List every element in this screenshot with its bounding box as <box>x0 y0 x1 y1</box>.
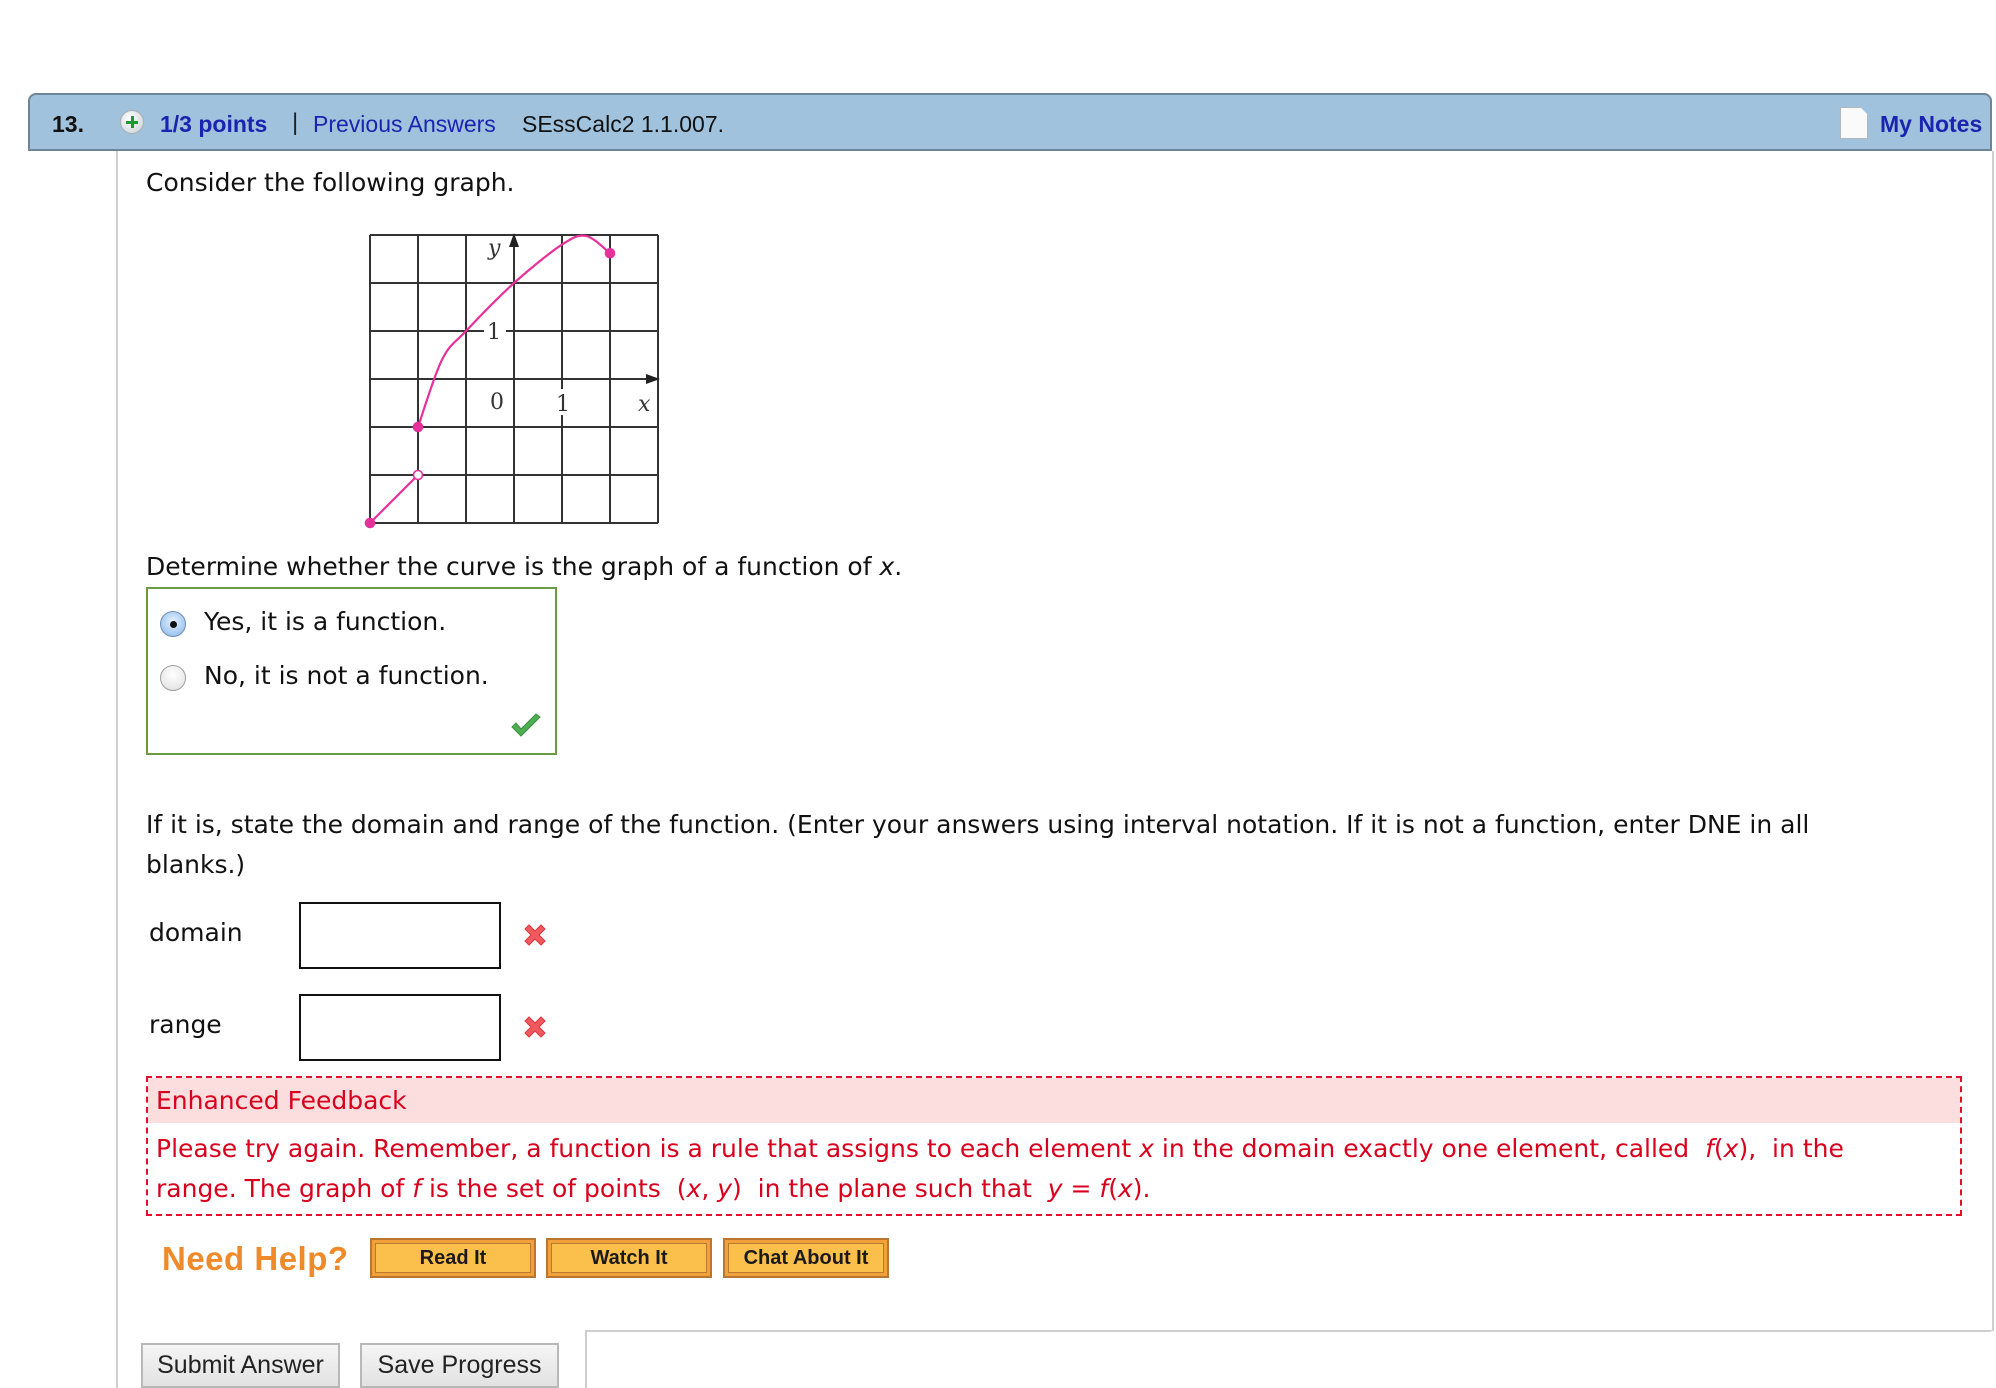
open-endpoint <box>412 469 424 481</box>
y-axis-label: y <box>487 236 501 261</box>
fb-var: f <box>412 1174 422 1203</box>
y-tick-label: 1 <box>487 320 501 345</box>
fb-text: ). <box>1132 1174 1151 1203</box>
fb-text: ( <box>1108 1174 1118 1203</box>
read-it-button[interactable]: Read It <box>370 1238 536 1278</box>
watch-it-button[interactable]: Watch It <box>546 1238 712 1278</box>
notes-page-icon[interactable] <box>1840 107 1868 139</box>
prompt-variable: x <box>879 552 895 581</box>
correct-check-icon <box>511 713 541 737</box>
submit-answer-button[interactable]: Submit Answer <box>141 1343 340 1388</box>
radio-no[interactable] <box>160 665 186 691</box>
closed-endpoint <box>364 517 376 529</box>
fb-text: in the domain exactly one element, calle… <box>1153 1134 1698 1163</box>
closed-endpoint <box>412 421 424 433</box>
domain-input[interactable] <box>299 902 501 969</box>
chat-about-it-button[interactable]: Chat About It <box>723 1238 889 1278</box>
chat-about-it-label: Chat About It <box>728 1243 884 1273</box>
closed-endpoint <box>604 247 616 259</box>
fb-text: ), <box>1738 1134 1757 1163</box>
function-graph: y x 1 1 0 <box>364 233 660 529</box>
watch-it-label: Watch It <box>551 1243 707 1273</box>
feedback-line-1: Please try again. Remember, a function i… <box>156 1134 1844 1163</box>
fb-text: ( <box>1713 1134 1724 1163</box>
radio-yes[interactable] <box>160 611 186 637</box>
fb-text: ) <box>732 1174 742 1203</box>
points-link[interactable]: 1/3 points <box>160 111 267 138</box>
fb-text: is the set of points <box>421 1174 669 1203</box>
need-help-label: Need Help? <box>162 1240 349 1277</box>
instructions-line-1: If it is, state the domain and range of … <box>146 810 1810 839</box>
fb-text: ( <box>676 1174 687 1203</box>
fb-var: x <box>1139 1134 1154 1163</box>
x-tick-label: 1 <box>556 392 570 417</box>
fb-text: = <box>1062 1174 1100 1203</box>
feedback-header: Enhanced Feedback <box>148 1078 1960 1123</box>
function-choice-group: Yes, it is a function. No, it is not a f… <box>146 587 557 755</box>
fb-var: x <box>1118 1174 1133 1203</box>
content-bottom-border <box>585 1330 1992 1332</box>
graph-curves <box>364 234 616 529</box>
question-header: 13. 1/3 points | Previous Answers SEssCa… <box>28 93 1992 151</box>
previous-answers-link[interactable]: Previous Answers <box>313 111 496 138</box>
separator: | <box>292 109 299 136</box>
fb-var: y <box>1047 1174 1063 1203</box>
fb-text: range. The graph of <box>156 1174 413 1203</box>
content-right-border <box>1992 151 1994 1331</box>
fb-var: f <box>1705 1134 1714 1163</box>
fb-var: f <box>1099 1174 1109 1203</box>
fb-text: in the <box>1764 1134 1844 1163</box>
content-left-border <box>116 151 118 1388</box>
domain-label: domain <box>149 918 243 947</box>
prompt-text: Determine whether the curve is the graph… <box>146 552 880 581</box>
expand-plus-icon[interactable] <box>120 110 144 134</box>
question-intro: Consider the following graph. <box>146 168 515 197</box>
option-no-label[interactable]: No, it is not a function. <box>204 661 489 690</box>
origin-label: 0 <box>490 390 504 415</box>
fb-text: , <box>701 1174 718 1203</box>
feedback-title: Enhanced Feedback <box>156 1086 407 1115</box>
instructions-line-2: blanks.) <box>146 850 246 879</box>
fb-text: Please try again. Remember, a function i… <box>156 1134 1140 1163</box>
curve-segment-lower <box>369 474 419 524</box>
prompt-end: . <box>894 552 903 581</box>
range-input[interactable] <box>299 994 501 1061</box>
save-progress-button[interactable]: Save Progress <box>360 1343 559 1388</box>
feedback-line-2: range. The graph of f is the set of poin… <box>156 1174 1151 1203</box>
fb-var: x <box>686 1174 702 1203</box>
question-number: 13. <box>52 111 84 137</box>
range-label: range <box>149 1010 222 1039</box>
option-yes-label[interactable]: Yes, it is a function. <box>204 607 446 636</box>
fb-var: x <box>1723 1134 1739 1163</box>
problem-reference: SEssCalc2 1.1.007. <box>522 111 725 137</box>
fb-var: y <box>717 1174 733 1203</box>
incorrect-x-icon <box>524 924 546 946</box>
graph-axes <box>484 233 660 415</box>
read-it-label: Read It <box>375 1243 531 1273</box>
fb-text: in the plane such that <box>749 1174 1040 1203</box>
x-axis-label: x <box>638 392 651 417</box>
enhanced-feedback-box: Enhanced Feedback Please try again. Reme… <box>146 1076 1962 1216</box>
incorrect-x-icon <box>524 1016 546 1038</box>
my-notes-link[interactable]: My Notes <box>1880 111 1982 138</box>
content-bottom-divider <box>585 1330 587 1388</box>
part1-prompt: Determine whether the curve is the graph… <box>146 552 902 581</box>
